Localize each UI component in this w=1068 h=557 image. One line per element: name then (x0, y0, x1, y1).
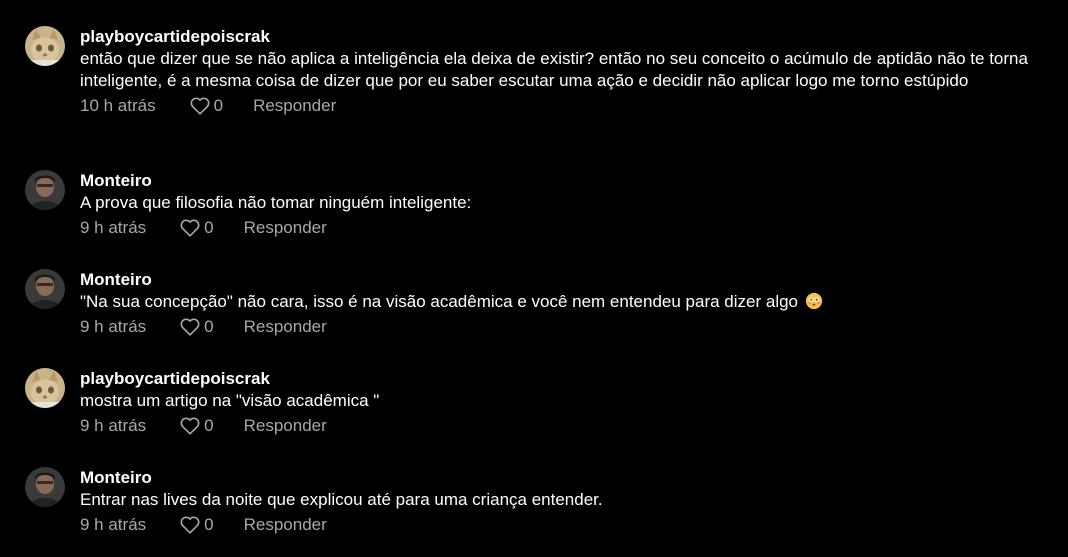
comment-username[interactable]: playboycartidepoiscrak (80, 27, 1060, 47)
person-avatar-icon (25, 269, 65, 309)
like-button[interactable]: 0 (180, 317, 214, 337)
reply-button[interactable]: Responder (244, 416, 327, 436)
reply-button[interactable]: Responder (244, 218, 327, 238)
avatar[interactable] (25, 368, 65, 408)
comment-username[interactable]: playboycartidepoiscrak (80, 369, 1060, 389)
avatar[interactable] (25, 26, 65, 66)
cat-avatar-icon (25, 368, 65, 408)
comment-username[interactable]: Monteiro (80, 171, 1060, 191)
reply-button[interactable]: Responder (244, 515, 327, 535)
comment-text: "Na sua concepção" não cara, isso é na v… (80, 291, 1060, 313)
heart-outline-icon (180, 219, 200, 237)
avatar[interactable] (25, 170, 65, 210)
person-avatar-icon (25, 170, 65, 210)
heart-outline-icon (180, 318, 200, 336)
cat-avatar-icon (25, 26, 65, 66)
heart-outline-icon (190, 97, 210, 115)
person-avatar-icon (25, 467, 65, 507)
comment-text: mostra um artigo na "visão acadêmica " (80, 391, 380, 410)
comment-time: 9 h atrás (80, 218, 147, 237)
heart-outline-icon (180, 417, 200, 435)
comment-username[interactable]: Monteiro (80, 270, 1060, 290)
comment-meta: 9 h atrás 0 Responder (80, 515, 1060, 535)
comment-text-body: "Na sua concepção" não cara, isso é na v… (80, 292, 799, 311)
avatar[interactable] (25, 467, 65, 507)
like-count: 0 (204, 416, 214, 435)
comment-text: A prova que filosofia não tomar ninguém … (80, 193, 472, 212)
like-button[interactable]: 0 (180, 515, 214, 535)
reply-button[interactable]: Responder (244, 317, 327, 337)
like-button[interactable]: 0 (180, 218, 214, 238)
comment-meta: 9 h atrás 0 Responder (80, 218, 1060, 238)
like-count: 0 (204, 515, 214, 534)
avatar[interactable] (25, 269, 65, 309)
comment-text: Entrar nas lives da noite que explicou a… (80, 490, 603, 509)
like-button[interactable]: 0 (180, 416, 214, 436)
comment-time: 9 h atrás (80, 515, 147, 534)
comment-time: 10 h atrás (80, 96, 156, 115)
like-count: 0 (204, 218, 214, 237)
like-count: 0 (204, 317, 214, 336)
flushed-face-emoji-icon (805, 292, 822, 310)
comment-username[interactable]: Monteiro (80, 468, 1060, 488)
comment-meta: 10 h atrás 0 Responder (80, 96, 1060, 116)
comment-text: então que dizer que se não aplica a inte… (80, 49, 1028, 90)
heart-outline-icon (180, 516, 200, 534)
like-count: 0 (213, 96, 224, 115)
like-button[interactable]: 0 (190, 96, 223, 116)
comment-meta: 9 h atrás 0 Responder (80, 416, 1060, 436)
reply-button[interactable]: Responder (253, 96, 336, 116)
comment-meta: 9 h atrás 0 Responder (80, 317, 1060, 337)
comment-time: 9 h atrás (80, 416, 147, 435)
comment-time: 9 h atrás (80, 317, 147, 336)
